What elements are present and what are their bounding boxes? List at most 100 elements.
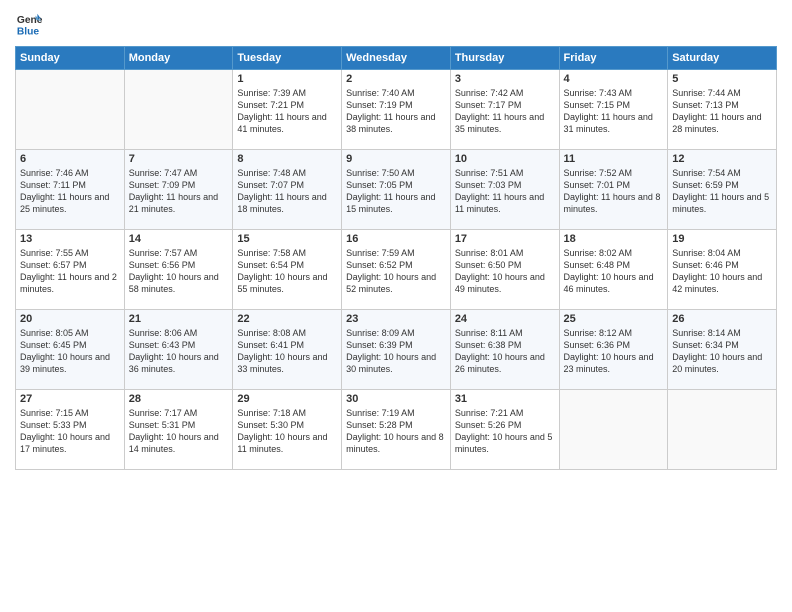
cell-2-4: 9 Sunrise: 7:50 AM Sunset: 7:05 PM Daylig…	[342, 150, 451, 230]
cell-info: Sunrise: 7:17 AM Sunset: 5:31 PM Dayligh…	[129, 407, 229, 456]
day-number: 8	[237, 153, 337, 165]
header-row: SundayMondayTuesdayWednesdayThursdayFrid…	[16, 47, 777, 70]
cell-1-1	[16, 70, 125, 150]
cell-info: Sunrise: 8:02 AM Sunset: 6:48 PM Dayligh…	[564, 247, 664, 296]
cell-info: Sunrise: 7:44 AM Sunset: 7:13 PM Dayligh…	[672, 87, 772, 136]
cell-3-6: 18 Sunrise: 8:02 AM Sunset: 6:48 PM Dayli…	[559, 230, 668, 310]
day-number: 24	[455, 313, 555, 325]
day-number: 28	[129, 393, 229, 405]
cell-5-1: 27 Sunrise: 7:15 AM Sunset: 5:33 PM Dayli…	[16, 390, 125, 470]
day-number: 14	[129, 233, 229, 245]
day-number: 16	[346, 233, 446, 245]
cell-3-4: 16 Sunrise: 7:59 AM Sunset: 6:52 PM Dayli…	[342, 230, 451, 310]
cell-3-1: 13Sunrise: 7:55 AM Sunset: 6:57 PM Dayli…	[16, 230, 125, 310]
cell-info: Sunrise: 8:01 AM Sunset: 6:50 PM Dayligh…	[455, 247, 555, 296]
cell-5-5: 31Sunrise: 7:21 AM Sunset: 5:26 PM Dayli…	[450, 390, 559, 470]
day-number: 13	[20, 233, 120, 245]
cell-info: Sunrise: 7:48 AM Sunset: 7:07 PM Dayligh…	[237, 167, 337, 216]
week-row-4: 20 Sunrise: 8:05 AM Sunset: 6:45 PM Dayli…	[16, 310, 777, 390]
cell-info: Sunrise: 8:14 AM Sunset: 6:34 PM Dayligh…	[672, 327, 772, 376]
cell-4-1: 20 Sunrise: 8:05 AM Sunset: 6:45 PM Dayli…	[16, 310, 125, 390]
day-number: 4	[564, 73, 664, 85]
calendar-body: 1Sunrise: 7:39 AM Sunset: 7:21 PM Daylig…	[16, 70, 777, 470]
cell-2-7: 12 Sunrise: 7:54 AM Sunset: 6:59 PM Dayli…	[668, 150, 777, 230]
cell-info: Sunrise: 7:59 AM Sunset: 6:52 PM Dayligh…	[346, 247, 446, 296]
header: General Blue	[15, 10, 777, 38]
day-number: 3	[455, 73, 555, 85]
cell-info: Sunrise: 8:04 AM Sunset: 6:46 PM Dayligh…	[672, 247, 772, 296]
day-number: 10	[455, 153, 555, 165]
day-number: 23	[346, 313, 446, 325]
day-number: 20	[20, 313, 120, 325]
calendar-table: SundayMondayTuesdayWednesdayThursdayFrid…	[15, 46, 777, 470]
day-number: 18	[564, 233, 664, 245]
week-row-2: 6 Sunrise: 7:46 AM Sunset: 7:11 PM Daylig…	[16, 150, 777, 230]
week-row-3: 13Sunrise: 7:55 AM Sunset: 6:57 PM Dayli…	[16, 230, 777, 310]
cell-1-7: 5 Sunrise: 7:44 AM Sunset: 7:13 PM Daylig…	[668, 70, 777, 150]
cell-3-2: 14Sunrise: 7:57 AM Sunset: 6:56 PM Dayli…	[124, 230, 233, 310]
cell-info: Sunrise: 7:43 AM Sunset: 7:15 PM Dayligh…	[564, 87, 664, 136]
cell-info: Sunrise: 8:05 AM Sunset: 6:45 PM Dayligh…	[20, 327, 120, 376]
cell-2-5: 10 Sunrise: 7:51 AM Sunset: 7:03 PM Dayli…	[450, 150, 559, 230]
cell-3-3: 15 Sunrise: 7:58 AM Sunset: 6:54 PM Dayli…	[233, 230, 342, 310]
col-header-tuesday: Tuesday	[233, 47, 342, 70]
day-number: 17	[455, 233, 555, 245]
day-number: 30	[346, 393, 446, 405]
cell-3-7: 19 Sunrise: 8:04 AM Sunset: 6:46 PM Dayli…	[668, 230, 777, 310]
cell-info: Sunrise: 7:39 AM Sunset: 7:21 PM Dayligh…	[237, 87, 337, 136]
cell-info: Sunrise: 7:46 AM Sunset: 7:11 PM Dayligh…	[20, 167, 120, 216]
cell-info: Sunrise: 8:08 AM Sunset: 6:41 PM Dayligh…	[237, 327, 337, 376]
logo: General Blue	[15, 10, 47, 38]
cell-4-7: 26Sunrise: 8:14 AM Sunset: 6:34 PM Dayli…	[668, 310, 777, 390]
cell-1-6: 4 Sunrise: 7:43 AM Sunset: 7:15 PM Daylig…	[559, 70, 668, 150]
col-header-wednesday: Wednesday	[342, 47, 451, 70]
cell-info: Sunrise: 7:47 AM Sunset: 7:09 PM Dayligh…	[129, 167, 229, 216]
calendar-header: SundayMondayTuesdayWednesdayThursdayFrid…	[16, 47, 777, 70]
cell-info: Sunrise: 7:15 AM Sunset: 5:33 PM Dayligh…	[20, 407, 120, 456]
cell-5-3: 29Sunrise: 7:18 AM Sunset: 5:30 PM Dayli…	[233, 390, 342, 470]
col-header-monday: Monday	[124, 47, 233, 70]
cell-info: Sunrise: 8:11 AM Sunset: 6:38 PM Dayligh…	[455, 327, 555, 376]
cell-info: Sunrise: 8:06 AM Sunset: 6:43 PM Dayligh…	[129, 327, 229, 376]
day-number: 21	[129, 313, 229, 325]
cell-4-3: 22 Sunrise: 8:08 AM Sunset: 6:41 PM Dayli…	[233, 310, 342, 390]
day-number: 27	[20, 393, 120, 405]
cell-3-5: 17 Sunrise: 8:01 AM Sunset: 6:50 PM Dayli…	[450, 230, 559, 310]
day-number: 12	[672, 153, 772, 165]
cell-1-2	[124, 70, 233, 150]
col-header-sunday: Sunday	[16, 47, 125, 70]
cell-info: Sunrise: 7:58 AM Sunset: 6:54 PM Dayligh…	[237, 247, 337, 296]
day-number: 7	[129, 153, 229, 165]
day-number: 22	[237, 313, 337, 325]
col-header-friday: Friday	[559, 47, 668, 70]
cell-2-1: 6 Sunrise: 7:46 AM Sunset: 7:11 PM Daylig…	[16, 150, 125, 230]
cell-1-5: 3Sunrise: 7:42 AM Sunset: 7:17 PM Daylig…	[450, 70, 559, 150]
day-number: 31	[455, 393, 555, 405]
week-row-5: 27 Sunrise: 7:15 AM Sunset: 5:33 PM Dayli…	[16, 390, 777, 470]
week-row-1: 1Sunrise: 7:39 AM Sunset: 7:21 PM Daylig…	[16, 70, 777, 150]
cell-4-4: 23 Sunrise: 8:09 AM Sunset: 6:39 PM Dayli…	[342, 310, 451, 390]
cell-info: Sunrise: 7:50 AM Sunset: 7:05 PM Dayligh…	[346, 167, 446, 216]
day-number: 2	[346, 73, 446, 85]
day-number: 15	[237, 233, 337, 245]
cell-info: Sunrise: 7:52 AM Sunset: 7:01 PM Dayligh…	[564, 167, 664, 216]
day-number: 11	[564, 153, 664, 165]
cell-info: Sunrise: 7:54 AM Sunset: 6:59 PM Dayligh…	[672, 167, 772, 216]
cell-info: Sunrise: 7:19 AM Sunset: 5:28 PM Dayligh…	[346, 407, 446, 456]
cell-5-4: 30 Sunrise: 7:19 AM Sunset: 5:28 PM Dayli…	[342, 390, 451, 470]
cell-2-2: 7 Sunrise: 7:47 AM Sunset: 7:09 PM Daylig…	[124, 150, 233, 230]
day-number: 5	[672, 73, 772, 85]
day-number: 6	[20, 153, 120, 165]
cell-info: Sunrise: 7:51 AM Sunset: 7:03 PM Dayligh…	[455, 167, 555, 216]
cell-1-3: 1Sunrise: 7:39 AM Sunset: 7:21 PM Daylig…	[233, 70, 342, 150]
logo-icon: General Blue	[15, 10, 43, 38]
cell-info: Sunrise: 7:18 AM Sunset: 5:30 PM Dayligh…	[237, 407, 337, 456]
day-number: 9	[346, 153, 446, 165]
col-header-saturday: Saturday	[668, 47, 777, 70]
cell-4-6: 25Sunrise: 8:12 AM Sunset: 6:36 PM Dayli…	[559, 310, 668, 390]
cell-info: Sunrise: 8:12 AM Sunset: 6:36 PM Dayligh…	[564, 327, 664, 376]
cell-info: Sunrise: 8:09 AM Sunset: 6:39 PM Dayligh…	[346, 327, 446, 376]
day-number: 19	[672, 233, 772, 245]
main-container: General Blue SundayMondayTuesdayWednesda…	[0, 0, 792, 480]
cell-1-4: 2Sunrise: 7:40 AM Sunset: 7:19 PM Daylig…	[342, 70, 451, 150]
